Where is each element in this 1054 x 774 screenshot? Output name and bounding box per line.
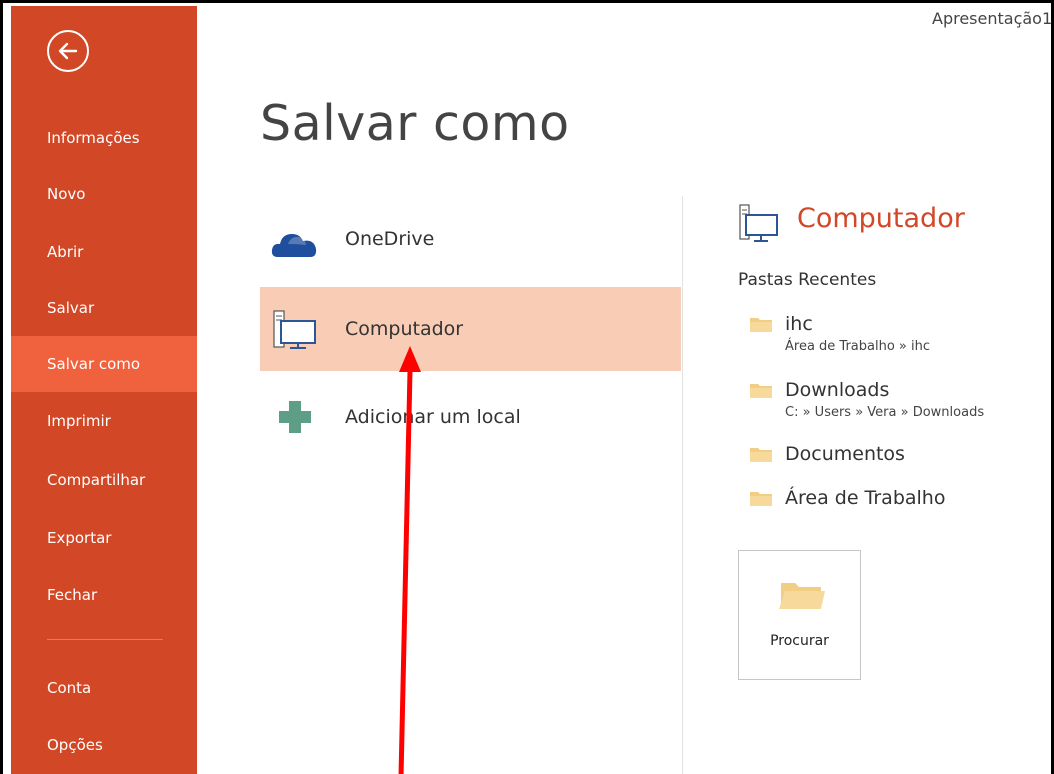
nav-item-imprimir[interactable]: Imprimir (11, 393, 197, 449)
nav-item-compartilhar[interactable]: Compartilhar (11, 452, 197, 508)
folder-name: Documentos (785, 443, 905, 465)
nav-item-conta[interactable]: Conta (11, 660, 197, 716)
computer-icon (739, 204, 778, 242)
folder-icon (750, 448, 772, 462)
pane-divider (682, 196, 683, 774)
nav-item-salvar-como[interactable]: Salvar como (11, 336, 197, 392)
place-onedrive[interactable]: OneDrive (260, 197, 681, 281)
back-button[interactable] (47, 30, 89, 72)
add-plus-icon (279, 401, 311, 433)
nav-item-abrir[interactable]: Abrir (11, 224, 197, 280)
nav-item-novo[interactable]: Novo (11, 166, 197, 222)
nav-item-opcoes[interactable]: Opções (11, 717, 197, 773)
nav-item-fechar[interactable]: Fechar (11, 567, 197, 623)
folder-icon (750, 384, 772, 398)
folder-name: Área de Trabalho (785, 487, 946, 509)
back-arrow-icon (58, 42, 78, 60)
browse-label: Procurar (770, 633, 829, 649)
window-title: Apresentação1 - (932, 9, 1054, 28)
backstage-window: Informações Novo Abrir Salvar Salvar com… (0, 0, 1054, 774)
nav-item-exportar[interactable]: Exportar (11, 510, 197, 566)
place-label: Adicionar um local (345, 406, 521, 428)
backstage-sidebar: Informações Novo Abrir Salvar Salvar com… (11, 6, 197, 774)
onedrive-cloud-icon (271, 234, 317, 257)
folder-name: Downloads (785, 379, 890, 401)
page-title: Salvar como (260, 95, 570, 152)
recent-folders-label: Pastas Recentes (738, 270, 877, 290)
computer-icon (273, 310, 316, 349)
folder-icon (750, 318, 772, 332)
folder-icon (750, 492, 772, 506)
folder-path: Área de Trabalho » ihc (785, 339, 931, 354)
folder-icon (779, 583, 825, 609)
place-computador[interactable]: Computador (260, 287, 681, 371)
folder-path: C: » Users » Vera » Downloads (785, 405, 985, 420)
folder-name: ihc (785, 313, 813, 335)
nav-item-informacoes[interactable]: Informações (11, 110, 197, 166)
detail-heading-title: Computador (797, 203, 965, 234)
sidebar-divider (47, 639, 163, 640)
nav-item-salvar[interactable]: Salvar (11, 280, 197, 336)
place-label: Computador (345, 318, 464, 340)
browse-button[interactable]: Procurar (738, 550, 861, 680)
place-label: OneDrive (345, 228, 435, 250)
place-adicionar-local[interactable]: Adicionar um local (260, 375, 681, 459)
